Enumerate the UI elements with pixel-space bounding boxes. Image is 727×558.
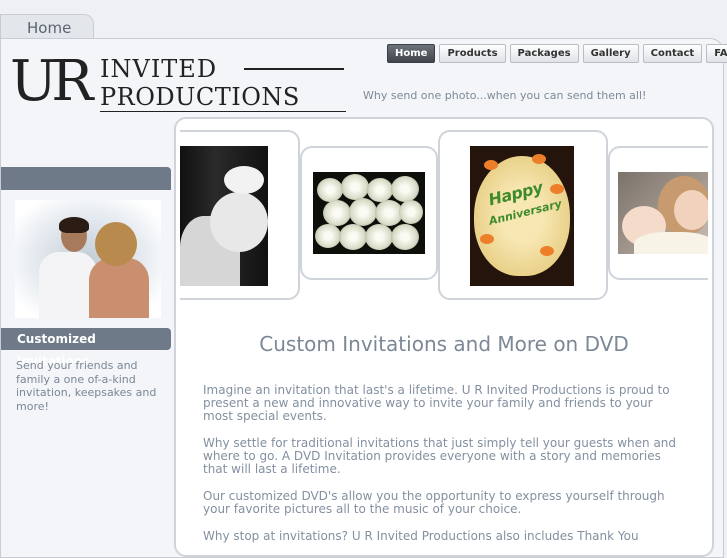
site-logo[interactable]: UR INVITED PRODUCTIONS	[10, 52, 346, 116]
paragraph: Why stop at invitations? U R Invited Pro…	[203, 529, 639, 543]
photo-gallery-strip: Happy Anniversary	[180, 128, 708, 304]
sidebar-text: Send your friends and family a one of-a-…	[16, 359, 157, 413]
logo-ur: UR	[10, 49, 93, 114]
logo-line-productions: PRODUCTIONS	[100, 83, 300, 111]
logo-underline	[100, 111, 346, 112]
nav-contact[interactable]: Contact	[642, 44, 703, 63]
nav-packages[interactable]: Packages	[509, 44, 579, 63]
nav-home[interactable]: Home	[387, 44, 436, 63]
sidebar-title: Customized Invitations	[1, 328, 171, 368]
paragraph: Imagine an invitation that last's a life…	[203, 383, 670, 423]
paragraph: Why settle for traditional invitations t…	[203, 436, 677, 476]
nav-products[interactable]: Products	[439, 44, 506, 63]
paragraph: Our customized DVD's allow you the oppor…	[203, 489, 665, 516]
logo-line-invited: INVITED	[100, 55, 218, 83]
main-nav: Home Products Packages Gallery Contact F…	[387, 44, 727, 63]
logo-rule	[244, 68, 344, 70]
tagline: Why send one photo...when you can send t…	[363, 89, 647, 102]
nav-gallery[interactable]: Gallery	[582, 44, 639, 63]
sidebar-header-bar	[1, 167, 171, 190]
main-body-text: Imagine an invitation that last's a life…	[203, 384, 683, 557]
anniversary-cake-photo: Happy Anniversary	[470, 146, 574, 286]
couple-photo	[15, 200, 161, 318]
mother-baby-photo	[618, 172, 708, 254]
roses-photo	[313, 172, 425, 254]
nav-faq[interactable]: FAQ	[706, 44, 727, 63]
main-title: Custom Invitations and More on DVD	[259, 332, 629, 356]
baby-photo	[180, 146, 268, 286]
